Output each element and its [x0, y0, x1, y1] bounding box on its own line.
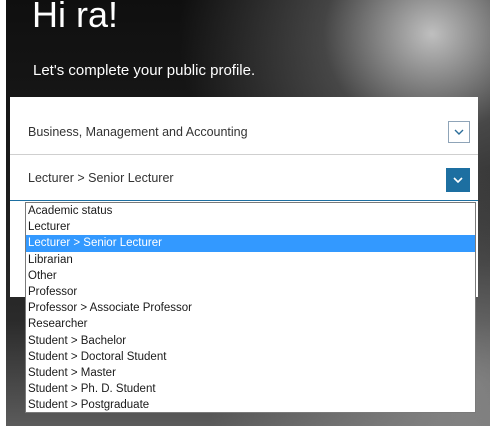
greeting-title: Hi ra! [32, 0, 119, 35]
profile-subtitle: Let's complete your public profile. [33, 62, 256, 79]
chevron-down-icon[interactable] [448, 121, 470, 143]
position-dropdown-list[interactable]: Academic status Lecturer Lecturer > Senior… [25, 202, 476, 413]
dropdown-option[interactable]: Student > Postgraduate [26, 397, 475, 413]
dropdown-option[interactable]: Academic status [26, 203, 475, 219]
dropdown-option[interactable]: Student > Bachelor [26, 333, 475, 349]
subject-area-select[interactable]: Business, Management and Accounting [10, 109, 478, 155]
dropdown-option[interactable]: Lecturer [26, 219, 475, 235]
dropdown-option[interactable]: Librarian [26, 252, 475, 268]
position-select[interactable]: Lecturer > Senior Lecturer [10, 155, 478, 201]
dropdown-option[interactable]: Lecturer > Senior Lecturer [26, 235, 475, 252]
dropdown-option[interactable]: Student > Master [26, 365, 475, 381]
dropdown-option[interactable]: Researcher [26, 316, 475, 332]
position-value: Lecturer > Senior Lecturer [28, 171, 174, 185]
subject-area-value: Business, Management and Accounting [28, 125, 248, 139]
dropdown-option[interactable]: Student > Doctoral Student [26, 349, 475, 365]
chevron-down-icon[interactable] [446, 168, 470, 192]
dropdown-option[interactable]: Professor > Associate Professor [26, 300, 475, 316]
dropdown-option[interactable]: Professor [26, 284, 475, 300]
dropdown-option[interactable]: Student > Ph. D. Student [26, 381, 475, 397]
dropdown-option[interactable]: Other [26, 268, 475, 284]
